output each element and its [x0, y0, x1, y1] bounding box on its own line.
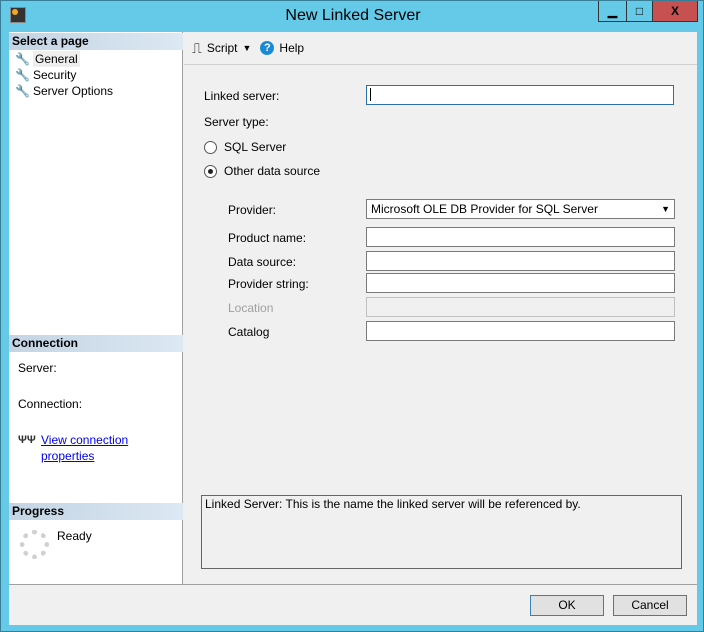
wrench-icon: 🔧 — [15, 68, 30, 82]
provider-select[interactable]: Microsoft OLE DB Provider for SQL Server… — [366, 199, 675, 219]
progress-spinner-icon — [20, 530, 49, 559]
radio-icon — [204, 140, 217, 154]
progress-header: Progress — [9, 503, 183, 520]
script-dropdown-icon[interactable]: ▼ — [243, 43, 252, 53]
server-type-label: Server type: — [204, 115, 269, 129]
sidebar-item-label: Security — [33, 68, 77, 82]
radio-selected-icon — [204, 164, 217, 178]
progress-status: Ready — [57, 529, 92, 543]
sidebar-item-server-options[interactable]: 🔧 Server Options — [15, 83, 113, 99]
divider — [9, 584, 697, 585]
radio-label: SQL Server — [224, 140, 287, 154]
location-input — [366, 297, 675, 317]
provider-string-input[interactable] — [366, 273, 675, 293]
cancel-button[interactable]: Cancel — [613, 595, 687, 616]
left-panel: Select a page 🔧 General 🔧 Security 🔧 Server… — [9, 32, 183, 584]
select-page-header: Select a page — [9, 33, 183, 50]
linked-server-input[interactable] — [366, 85, 674, 105]
description-box: Linked Server: This is the name the link… — [201, 495, 682, 569]
product-name-input[interactable] — [366, 227, 675, 247]
close-button[interactable]: X — [652, 1, 698, 22]
plug-icon: ΨΨ — [18, 434, 36, 446]
toolbar: ⎍ Script ▼ ? Help — [184, 32, 697, 65]
product-name-label: Product name: — [228, 231, 307, 245]
catalog-input[interactable] — [366, 321, 675, 341]
provider-string-label: Provider string: — [228, 277, 309, 291]
wrench-icon: 🔧 — [15, 52, 30, 66]
client-area: Select a page 🔧 General 🔧 Security 🔧 Server… — [9, 32, 697, 625]
script-icon: ⎍ — [192, 39, 202, 56]
help-button[interactable]: Help — [279, 41, 304, 55]
script-button[interactable]: Script — [207, 41, 238, 55]
connection-header: Connection — [9, 335, 183, 352]
data-source-label: Data source: — [228, 255, 297, 269]
wrench-icon: 🔧 — [15, 84, 30, 98]
provider-label: Provider: — [228, 203, 277, 217]
catalog-label: Catalog — [228, 325, 270, 339]
data-source-input[interactable] — [366, 251, 675, 271]
sidebar-item-label: General — [33, 51, 80, 67]
minimize-button[interactable]: ▁ — [598, 1, 627, 22]
ok-button[interactable]: OK — [530, 595, 604, 616]
chevron-down-icon: ▼ — [661, 204, 670, 214]
sidebar-item-general[interactable]: 🔧 General — [15, 51, 80, 67]
sidebar-item-security[interactable]: 🔧 Security — [15, 67, 76, 83]
connection-label: Connection: — [18, 397, 83, 411]
radio-sql-server[interactable]: SQL Server — [204, 140, 286, 154]
main-panel: ⎍ Script ▼ ? Help Linked server: Server … — [184, 32, 697, 584]
server-label: Server: — [18, 361, 57, 375]
maximize-button[interactable]: □ — [626, 1, 653, 22]
radio-label: Other data source — [224, 164, 321, 178]
help-icon: ? — [260, 41, 275, 55]
location-label: Location — [228, 301, 274, 315]
view-connection-properties-link[interactable]: View connection properties — [41, 432, 182, 463]
provider-value: Microsoft OLE DB Provider for SQL Server — [371, 202, 598, 216]
radio-other-data-source[interactable]: Other data source — [204, 164, 320, 178]
sidebar-item-label: Server Options — [33, 84, 114, 98]
linked-server-label: Linked server: — [204, 89, 280, 103]
dialog-window: New Linked Server ▁ □ X Select a page 🔧 G… — [0, 0, 704, 632]
